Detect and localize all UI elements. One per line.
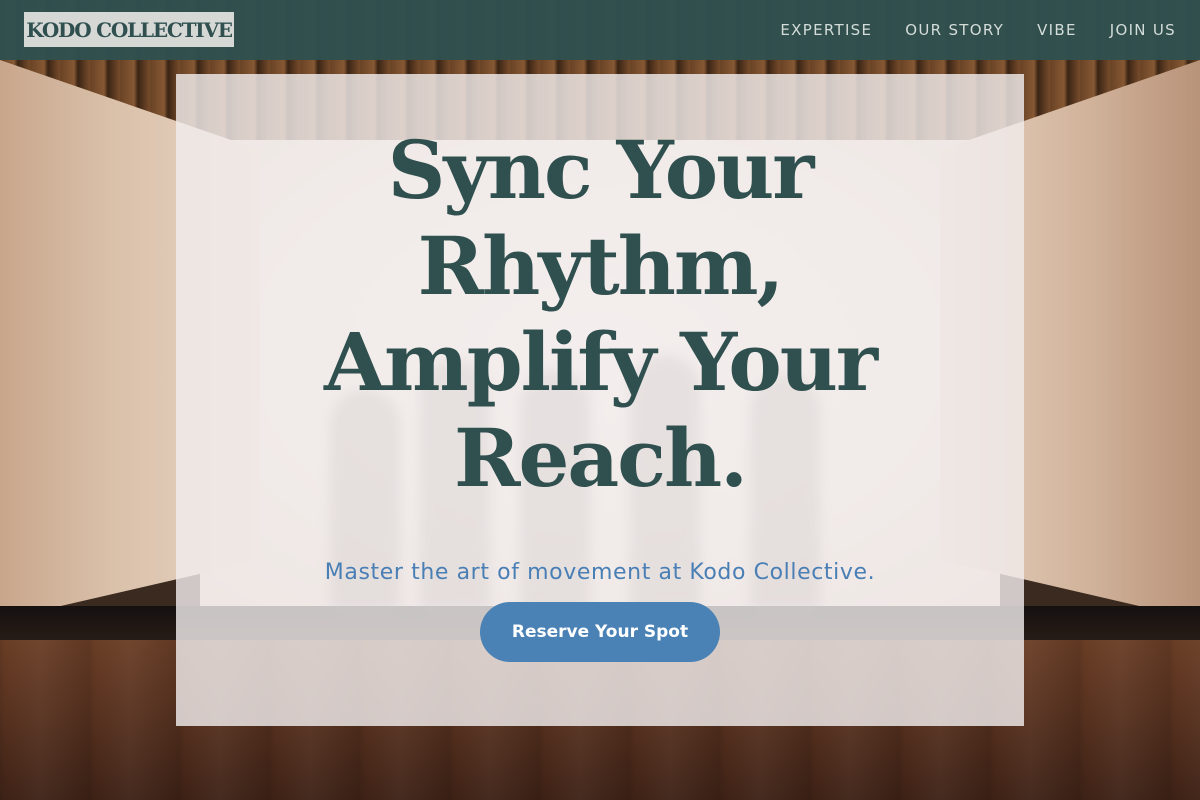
hero-title-line: Rhythm, — [417, 219, 785, 313]
reserve-spot-button[interactable]: Reserve Your Spot — [480, 602, 720, 662]
nav-link-our-story[interactable]: OUR STORY — [905, 21, 1004, 39]
nav-link-join-us[interactable]: JOIN US — [1110, 21, 1176, 39]
hero-title-line: Amplify Your — [323, 315, 878, 409]
nav-link-vibe[interactable]: VIBE — [1037, 21, 1077, 39]
nav-link-expertise[interactable]: EXPERTISE — [780, 21, 872, 39]
hero-title-line: Sync Your — [387, 123, 815, 217]
nav-menu: EXPERTISE OUR STORY VIBE JOIN US — [780, 0, 1176, 60]
hero-card: Sync Your Rhythm, Amplify Your Reach. Ma… — [176, 74, 1024, 726]
hero-title: Sync Your Rhythm, Amplify Your Reach. — [176, 122, 1024, 506]
hero-subtitle: Master the art of movement at Kodo Colle… — [324, 560, 876, 585]
top-navbar: KODO COLLECTIVE EXPERTISE OUR STORY VIBE… — [0, 0, 1200, 60]
brand-logo[interactable]: KODO COLLECTIVE — [24, 12, 234, 47]
hero-title-line: Reach. — [454, 411, 748, 505]
